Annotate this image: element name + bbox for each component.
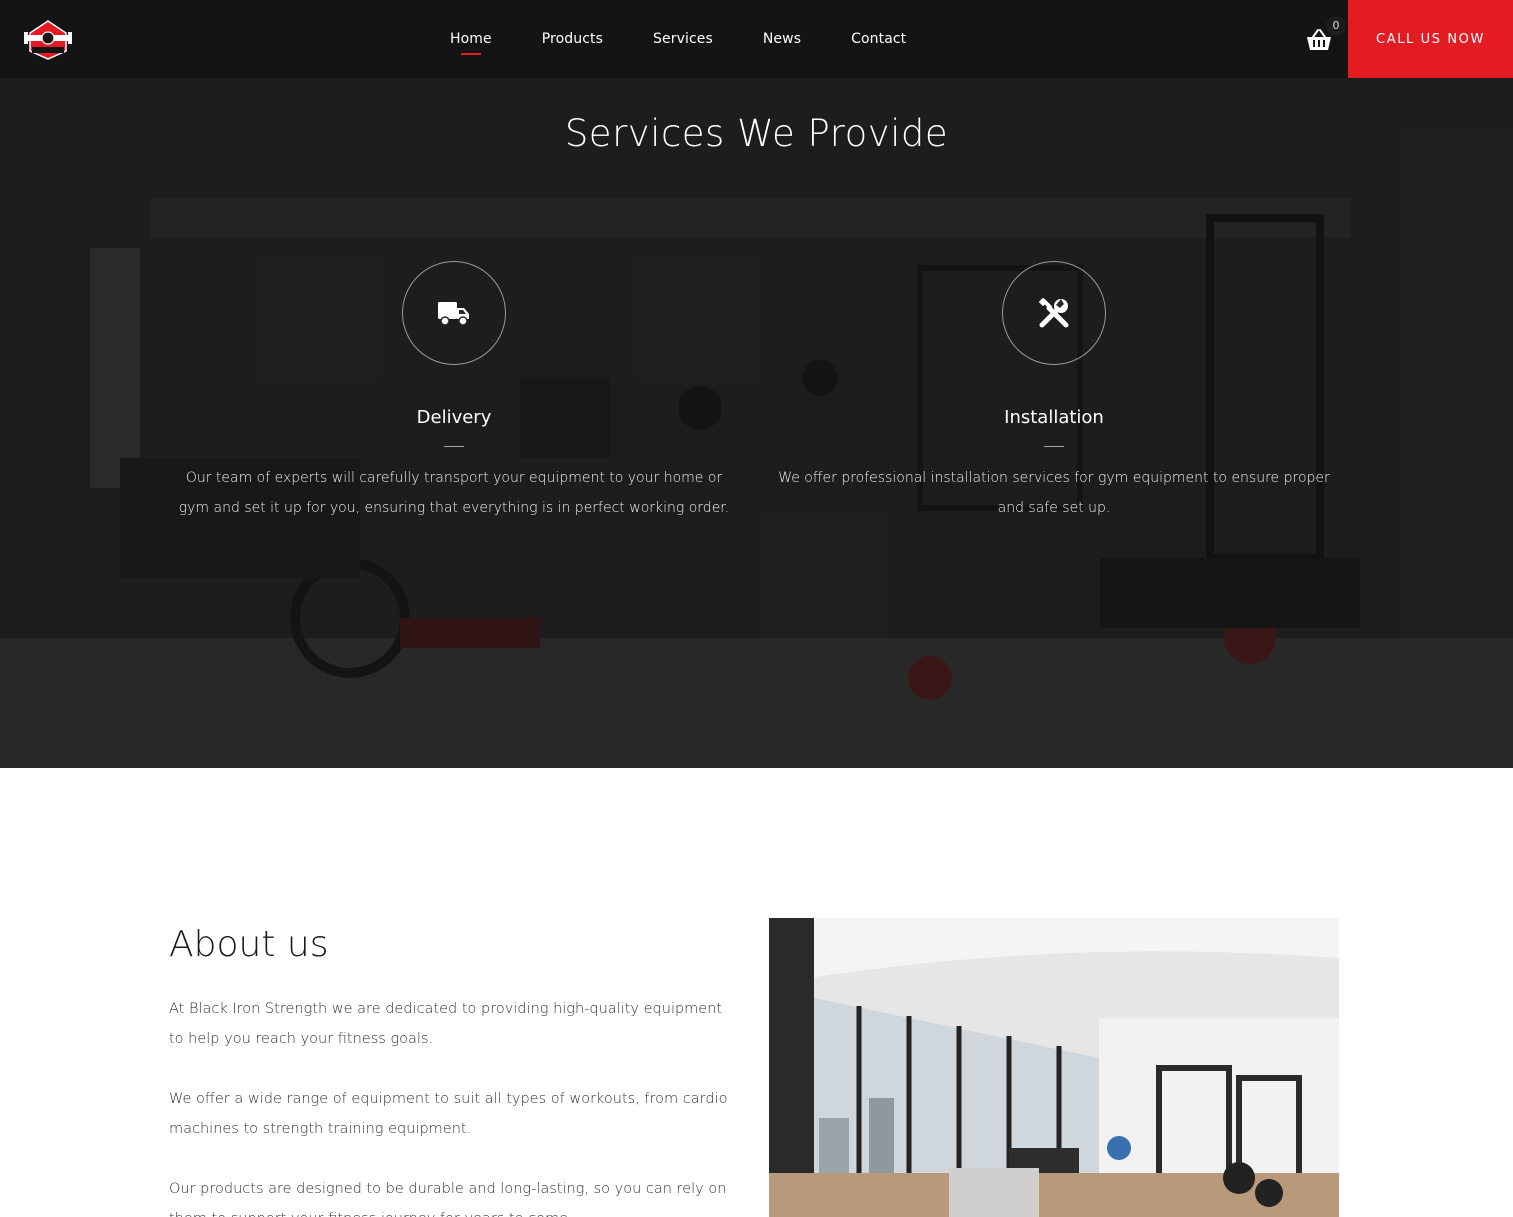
service-divider xyxy=(1044,446,1064,447)
nav-news[interactable]: News xyxy=(763,31,801,47)
service-text-installation: We offer professional installation servi… xyxy=(778,470,1330,516)
nav-home[interactable]: Home xyxy=(450,31,492,55)
top-navbar: Home Products Services News Contact 0 CA… xyxy=(0,0,1513,78)
about-gym-photo xyxy=(769,918,1339,1217)
cart-count-badge: 0 xyxy=(1326,16,1346,36)
about-paragraph-2: We offer a wide range of equipment to su… xyxy=(169,1091,728,1137)
service-divider xyxy=(444,446,464,447)
services-title: Services We Provide xyxy=(564,112,949,155)
service-delivery: Delivery Our team of experts will carefu… xyxy=(174,261,734,523)
nav-services[interactable]: Services xyxy=(653,31,713,47)
call-us-now-button[interactable]: CALL US NOW xyxy=(1348,0,1513,78)
service-text-delivery: Our team of experts will carefully trans… xyxy=(178,470,730,516)
delivery-icon-circle xyxy=(402,261,506,365)
main-nav: Home Products Services News Contact xyxy=(450,0,956,78)
truck-icon xyxy=(438,302,469,326)
tools-icon xyxy=(1038,297,1069,328)
installation-icon-circle xyxy=(1002,261,1106,365)
about-paragraph-3: Our products are designed to be durable … xyxy=(169,1181,727,1217)
services-section: Services We Provide Delivery Our team of… xyxy=(0,78,1513,768)
nav-contact[interactable]: Contact xyxy=(851,31,906,47)
about-text: At Black Iron Strength we are dedicated … xyxy=(169,994,739,1217)
about-section: About us At Black Iron Strength we are d… xyxy=(0,768,1513,1217)
brand-logo[interactable] xyxy=(24,17,72,61)
service-installation: Installation We offer professional insta… xyxy=(774,261,1334,523)
nav-products[interactable]: Products xyxy=(542,31,603,47)
service-title-installation: Installation xyxy=(1004,407,1104,428)
service-title-delivery: Delivery xyxy=(416,407,492,428)
about-title: About us xyxy=(169,924,329,965)
about-paragraph-1: At Black Iron Strength we are dedicated … xyxy=(169,1001,723,1047)
